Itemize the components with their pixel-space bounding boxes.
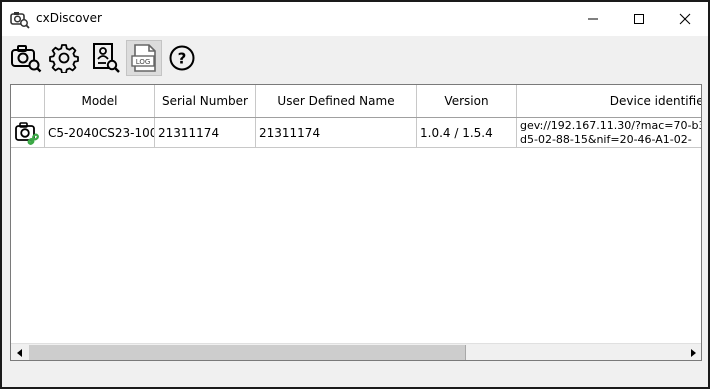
scrollbar-thumb[interactable] — [29, 345, 466, 360]
log-icon: LOG — [131, 44, 156, 72]
app-window: cxDiscover LOG ? Model Serial Number Use… — [0, 0, 710, 389]
close-icon — [679, 13, 691, 25]
cell-device-identifier: gev://192.167.11.30/?mac=70-b3 d5-02-88-… — [517, 118, 702, 147]
column-header-device-identifier[interactable]: Device identifier ( — [517, 85, 701, 117]
cell-serial-number: 21311174 — [155, 118, 256, 147]
scroll-right-button[interactable] — [684, 344, 701, 360]
maximize-button[interactable] — [616, 2, 662, 36]
column-header-version[interactable]: Version — [417, 85, 517, 117]
toolbar: LOG ? — [2, 36, 708, 80]
cell-user-defined-name: 21311174 — [256, 118, 417, 147]
scroll-left-button[interactable] — [11, 344, 28, 360]
cell-model: C5-2040CS23-100 — [45, 118, 155, 147]
device-grid[interactable]: Model Serial Number User Defined Name Ve… — [10, 84, 702, 361]
title-bar[interactable]: cxDiscover — [2, 2, 708, 36]
device-identifier-line-2: d5-02-88-15&nif=20-46-A1-02- — [520, 133, 692, 146]
help-button[interactable]: ? — [164, 40, 200, 76]
table-row[interactable]: C5-2040CS23-100 21311174 21311174 1.0.4 … — [11, 118, 702, 148]
close-button[interactable] — [662, 2, 708, 36]
log-button[interactable]: LOG — [126, 40, 162, 76]
minimize-icon — [588, 18, 598, 20]
minimize-button[interactable] — [570, 2, 616, 36]
svg-text:?: ? — [178, 50, 187, 68]
column-header-model[interactable]: Model — [45, 85, 155, 117]
device-identifier-line-1: gev://192.167.11.30/?mac=70-b3 — [520, 119, 702, 132]
grid-header: Model Serial Number User Defined Name Ve… — [11, 85, 701, 118]
arrow-right-icon — [690, 348, 696, 357]
cell-version: 1.0.4 / 1.5.4 — [417, 118, 517, 147]
camera-search-icon — [11, 45, 42, 73]
device-status-cell — [11, 118, 45, 147]
window-title: cxDiscover — [36, 11, 102, 25]
help-icon: ? — [169, 45, 195, 71]
status-bar — [2, 364, 708, 387]
settings-button[interactable] — [46, 40, 82, 76]
user-profile-search-icon — [93, 43, 120, 73]
column-header-icon[interactable] — [11, 85, 45, 117]
discover-cameras-button[interactable] — [8, 40, 44, 76]
gear-icon — [49, 44, 79, 73]
arrow-left-icon — [16, 348, 22, 357]
horizontal-scrollbar[interactable] — [11, 343, 701, 360]
maximize-icon — [634, 14, 644, 24]
column-header-serial-number[interactable]: Serial Number — [155, 85, 256, 117]
column-header-user-defined-name[interactable]: User Defined Name — [256, 85, 417, 117]
app-camera-search-icon — [10, 9, 30, 29]
camera-connected-icon — [15, 121, 39, 145]
svg-text:LOG: LOG — [136, 58, 151, 66]
user-properties-button[interactable] — [88, 40, 124, 76]
